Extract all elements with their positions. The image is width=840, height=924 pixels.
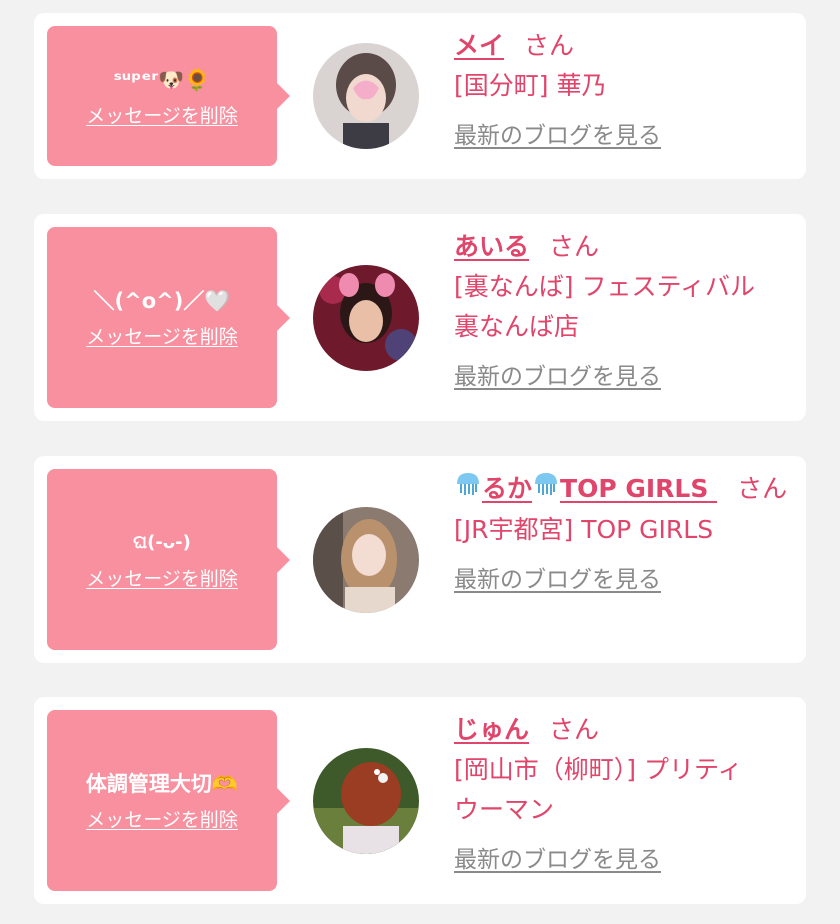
honorific: さん: [524, 31, 575, 60]
shop-name: [裏なんば] フェスティバル 裏なんば店: [454, 267, 790, 347]
message-bubble: 体調管理大切🫶 メッセージを削除: [47, 710, 290, 891]
message-bubble: ଘ(-ᴗ-) メッセージを削除: [47, 469, 290, 650]
message-text: 体調管理大切🫶: [85, 772, 239, 796]
sender-info: メイ さん [国分町] 華乃 最新のブログを見る: [454, 26, 790, 150]
shop-name: [JR宇都宮] TOP GIRLS: [454, 515, 714, 544]
avatar[interactable]: [313, 748, 419, 854]
delete-message-link[interactable]: メッセージを削除: [86, 101, 238, 128]
jellyfish-icon: [454, 470, 482, 510]
avatar[interactable]: [313, 43, 419, 149]
sender-name-link[interactable]: じゅん: [454, 715, 529, 744]
sender-name-link[interactable]: あいる: [454, 232, 529, 261]
message-bubble: ˢᵘᵖᵉʳ🐶🌻 メッセージを削除: [47, 26, 290, 166]
message-card: ଘ(-ᴗ-) メッセージを削除 るか TOP GIRLS さん [JR宇都宮] …: [34, 456, 806, 663]
delete-message-link[interactable]: メッセージを削除: [86, 322, 238, 349]
message-bubble: ＼(^o^)／🤍 メッセージを削除: [47, 227, 290, 408]
latest-blog-link[interactable]: 最新のブログを見る: [454, 116, 661, 150]
avatar[interactable]: [313, 507, 419, 613]
message-text: ˢᵘᵖᵉʳ🐶🌻: [113, 67, 211, 92]
honorific: さん: [737, 474, 788, 503]
sender-name-link[interactable]: メイ: [454, 31, 504, 60]
shop-name-line: 裏なんば店: [454, 312, 580, 341]
latest-blog-link[interactable]: 最新のブログを見る: [454, 357, 661, 391]
message-text: ＼(^o^)／🤍: [93, 289, 231, 313]
shop-name-line: [裏なんば] フェスティバル: [454, 272, 755, 301]
avatar[interactable]: [313, 265, 419, 371]
sender-name-link[interactable]: るか TOP GIRLS: [454, 473, 717, 503]
shop-name-line: ウーマン: [454, 795, 555, 824]
sender-info: るか TOP GIRLS さん [JR宇都宮] TOP GIRLS 最新のブログ…: [454, 469, 790, 594]
shop-name-line: [岡山市（柳町）] プリティ: [454, 755, 743, 784]
message-list: ˢᵘᵖᵉʳ🐶🌻 メッセージを削除 メイ さん [国分町] 華乃 最新のブログを見る: [0, 0, 840, 924]
sender-info: じゅん さん [岡山市（柳町）] プリティ ウーマン 最新のブログを見る: [454, 710, 790, 874]
sender-name-text: るか: [482, 474, 533, 503]
message-card: ＼(^o^)／🤍 メッセージを削除 あいる さん [裏なんば] フェスティバル 裏…: [34, 214, 806, 421]
sender-name-suffix: TOP GIRLS: [560, 474, 709, 503]
honorific: さん: [549, 715, 600, 744]
latest-blog-link[interactable]: 最新のブログを見る: [454, 560, 661, 594]
message-text: ଘ(-ᴗ-): [133, 532, 191, 553]
message-card: ˢᵘᵖᵉʳ🐶🌻 メッセージを削除 メイ さん [国分町] 華乃 最新のブログを見る: [34, 13, 806, 179]
message-card: 体調管理大切🫶 メッセージを削除 じゅん さん [岡山市（柳町）] プリティ ウー…: [34, 697, 806, 904]
jellyfish-icon: [532, 470, 560, 510]
shop-name: [国分町] 華乃: [454, 71, 607, 100]
latest-blog-link[interactable]: 最新のブログを見る: [454, 840, 661, 874]
sender-info: あいる さん [裏なんば] フェスティバル 裏なんば店 最新のブログを見る: [454, 227, 790, 391]
delete-message-link[interactable]: メッセージを削除: [86, 805, 238, 832]
delete-message-link[interactable]: メッセージを削除: [86, 564, 238, 591]
shop-name: [岡山市（柳町）] プリティ ウーマン: [454, 750, 790, 830]
honorific: さん: [549, 232, 600, 261]
